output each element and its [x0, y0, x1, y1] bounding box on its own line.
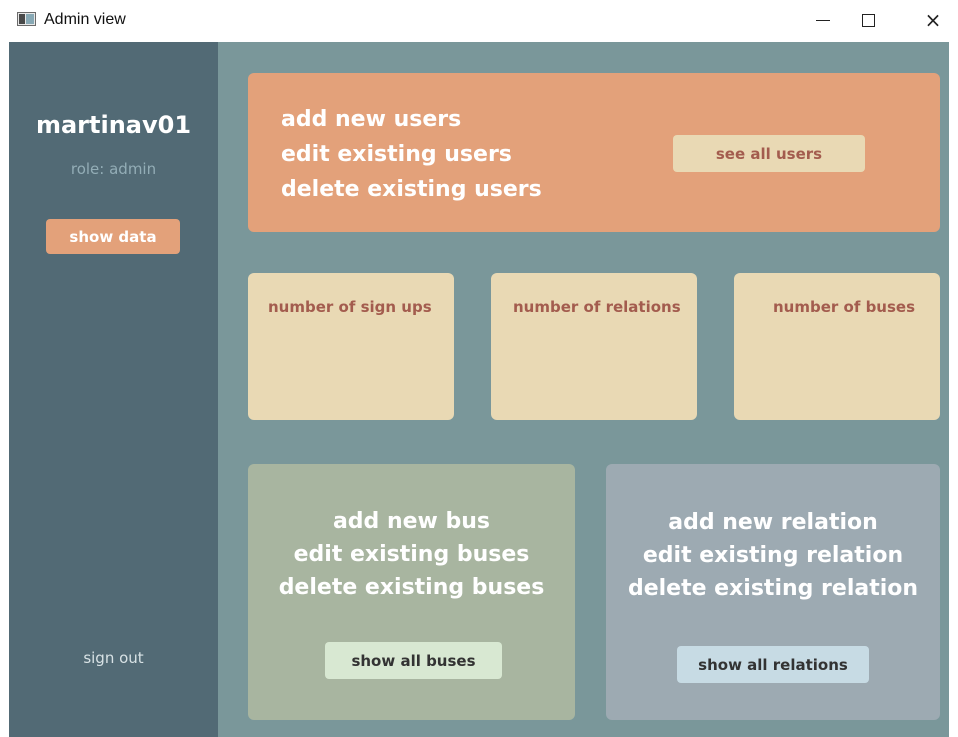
delete-users-text: delete existing users: [281, 177, 542, 202]
maximize-icon: [861, 13, 875, 27]
minimize-button[interactable]: [800, 0, 846, 40]
relations-stat-card: number of relations: [491, 273, 697, 420]
maximize-button[interactable]: [845, 0, 891, 40]
buses-panel: add new bus edit existing buses delete e…: [248, 464, 575, 720]
app-window-icon: [17, 12, 36, 26]
title-bar: Admin view ×: [0, 0, 958, 42]
add-bus-text: add new bus: [332, 509, 491, 534]
role-label: role: admin: [70, 160, 157, 178]
add-relation-text: add new relation: [668, 510, 878, 535]
buses-actions-text: add new bus edit existing buses delete e…: [248, 505, 575, 604]
sidebar: martinav01 role: admin show data sign ou…: [9, 42, 218, 737]
show-data-button[interactable]: show data: [46, 219, 180, 254]
window-title: Admin view: [44, 11, 126, 28]
delete-buses-text: delete existing buses: [278, 575, 545, 600]
admin-view: martinav01 role: admin show data sign ou…: [9, 42, 949, 737]
edit-relation-text: edit existing relation: [642, 543, 904, 568]
sign-ups-stat-card: number of sign ups: [248, 273, 454, 420]
relations-panel: add new relation edit existing relation …: [606, 464, 940, 720]
see-all-users-button[interactable]: see all users: [673, 135, 865, 172]
relations-label: number of relations: [513, 298, 681, 316]
username: martinav01: [35, 111, 192, 139]
delete-relation-text: delete existing relation: [627, 576, 919, 601]
buses-stat-card: number of buses: [734, 273, 940, 420]
sign-out-link[interactable]: sign out: [9, 648, 218, 668]
show-all-relations-button[interactable]: show all relations: [677, 646, 869, 683]
edit-buses-text: edit existing buses: [293, 542, 530, 567]
relations-actions-text: add new relation edit existing relation …: [606, 506, 940, 605]
minimize-icon: [816, 19, 830, 21]
add-users-text: add new users: [281, 107, 462, 132]
sign-ups-label: number of sign ups: [268, 298, 432, 316]
close-icon: ×: [924, 8, 942, 32]
show-all-buses-button[interactable]: show all buses: [325, 642, 502, 679]
users-actions-text: add new users edit existing users delete…: [281, 102, 542, 207]
users-panel: add new users edit existing users delete…: [248, 73, 940, 232]
edit-users-text: edit existing users: [281, 142, 512, 167]
buses-label: number of buses: [773, 298, 916, 316]
close-button[interactable]: ×: [910, 0, 956, 40]
